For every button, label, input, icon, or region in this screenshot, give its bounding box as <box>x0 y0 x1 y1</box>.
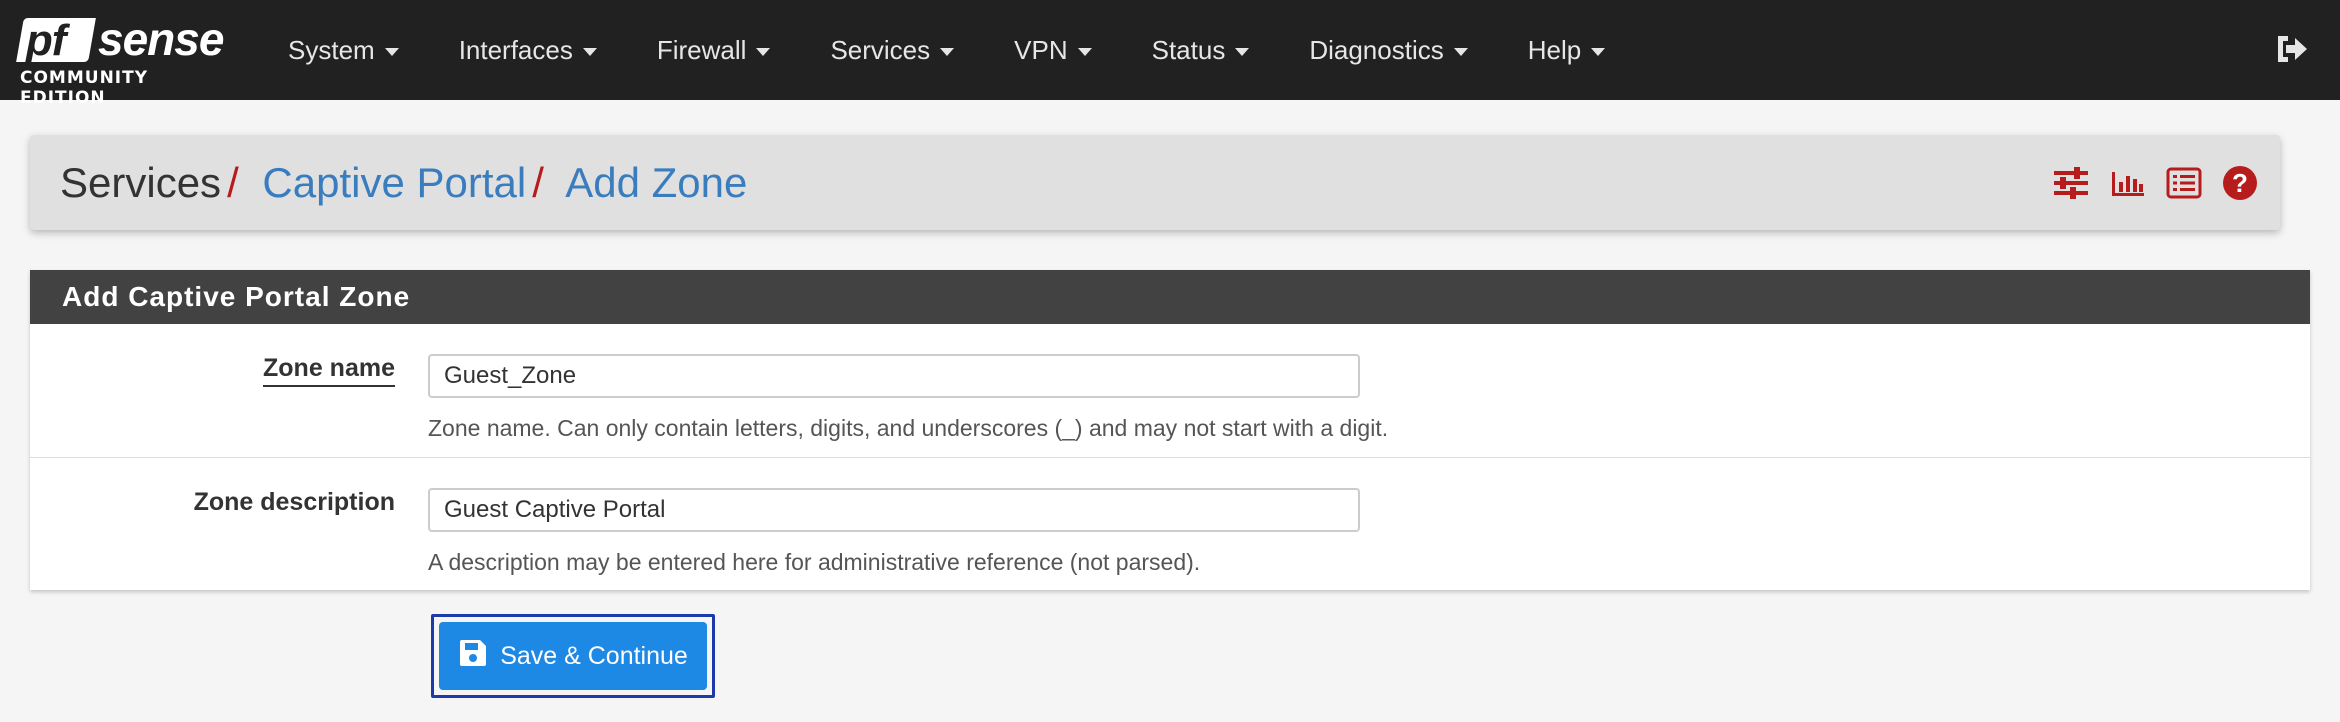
breadcrumb-actions: ? <box>2032 165 2258 206</box>
zone-name-row: Zone name Zone name. Can only contain le… <box>30 324 2310 458</box>
svg-text:?: ? <box>2232 168 2248 198</box>
zone-name-input[interactable] <box>428 354 1360 398</box>
menu-interfaces-label: Interfaces <box>458 35 573 65</box>
logo-pf-box: pf <box>16 16 96 65</box>
help-icon[interactable]: ? <box>2222 165 2258 206</box>
menu-status[interactable]: Status <box>1122 0 1280 100</box>
menu-services[interactable]: Services <box>800 0 984 100</box>
main-menu: System Interfaces Firewall Services VPN … <box>258 0 1635 100</box>
save-icon <box>458 638 488 675</box>
caret-down-icon <box>384 48 399 57</box>
caret-down-icon <box>756 48 771 57</box>
zone-description-help: A description may be entered here for ad… <box>428 549 1201 575</box>
menu-status-label: Status <box>1151 35 1226 65</box>
save-continue-label: Save & Continue <box>500 641 688 670</box>
caret-down-icon <box>1453 48 1468 57</box>
caret-down-icon <box>940 48 955 57</box>
menu-help-label: Help <box>1527 35 1582 65</box>
zone-description-input[interactable] <box>428 488 1360 532</box>
menu-diagnostics[interactable]: Diagnostics <box>1279 0 1497 100</box>
panel-title: Add Captive Portal Zone <box>30 270 2310 324</box>
menu-vpn[interactable]: VPN <box>984 0 1121 100</box>
menu-firewall[interactable]: Firewall <box>627 0 801 100</box>
breadcrumb-separator: / <box>227 159 239 206</box>
zone-description-label: Zone description <box>193 488 395 516</box>
caret-down-icon <box>1591 48 1606 57</box>
logo-edition: COMMUNITY EDITION <box>20 68 149 108</box>
pfsense-logo[interactable]: pf sense COMMUNITY EDITION <box>16 13 235 108</box>
zone-description-row: Zone description A description may be en… <box>30 458 2310 591</box>
menu-system[interactable]: System <box>258 0 429 100</box>
save-continue-button[interactable]: Save & Continue <box>439 622 707 690</box>
menu-services-label: Services <box>830 35 931 65</box>
breadcrumb-captive-portal[interactable]: Captive Portal <box>262 159 526 206</box>
zone-name-label: Zone name <box>263 354 395 387</box>
caret-down-icon <box>582 48 597 57</box>
menu-help[interactable]: Help <box>1498 0 1635 100</box>
menu-system-label: System <box>288 35 375 65</box>
breadcrumb: Services / Captive Portal / Add Zone <box>60 159 747 207</box>
bar-chart-icon[interactable] <box>2110 168 2146 203</box>
menu-diagnostics-label: Diagnostics <box>1309 35 1444 65</box>
zone-name-help: Zone name. Can only contain letters, dig… <box>428 415 1389 441</box>
logo-sense-text: sense <box>98 13 224 65</box>
breadcrumb-add-zone[interactable]: Add Zone <box>565 159 747 206</box>
zone-form-panel: Add Captive Portal Zone Zone name Zone n… <box>30 270 2310 590</box>
sliders-icon[interactable] <box>2052 166 2090 205</box>
menu-vpn-label: VPN <box>1014 35 1068 65</box>
breadcrumb-separator: / <box>532 159 544 206</box>
menu-interfaces[interactable]: Interfaces <box>429 0 627 100</box>
breadcrumb-bar: Services / Captive Portal / Add Zone ? <box>30 135 2280 230</box>
logo-pf-text: pf <box>25 16 66 65</box>
sign-out-icon[interactable] <box>2274 32 2310 66</box>
top-navbar: pf sense COMMUNITY EDITION System Interf… <box>0 0 2340 108</box>
caret-down-icon <box>1077 48 1092 57</box>
breadcrumb-services: Services <box>60 159 222 206</box>
menu-firewall-label: Firewall <box>656 35 747 65</box>
caret-down-icon <box>1235 48 1250 57</box>
list-icon[interactable] <box>2166 167 2202 204</box>
